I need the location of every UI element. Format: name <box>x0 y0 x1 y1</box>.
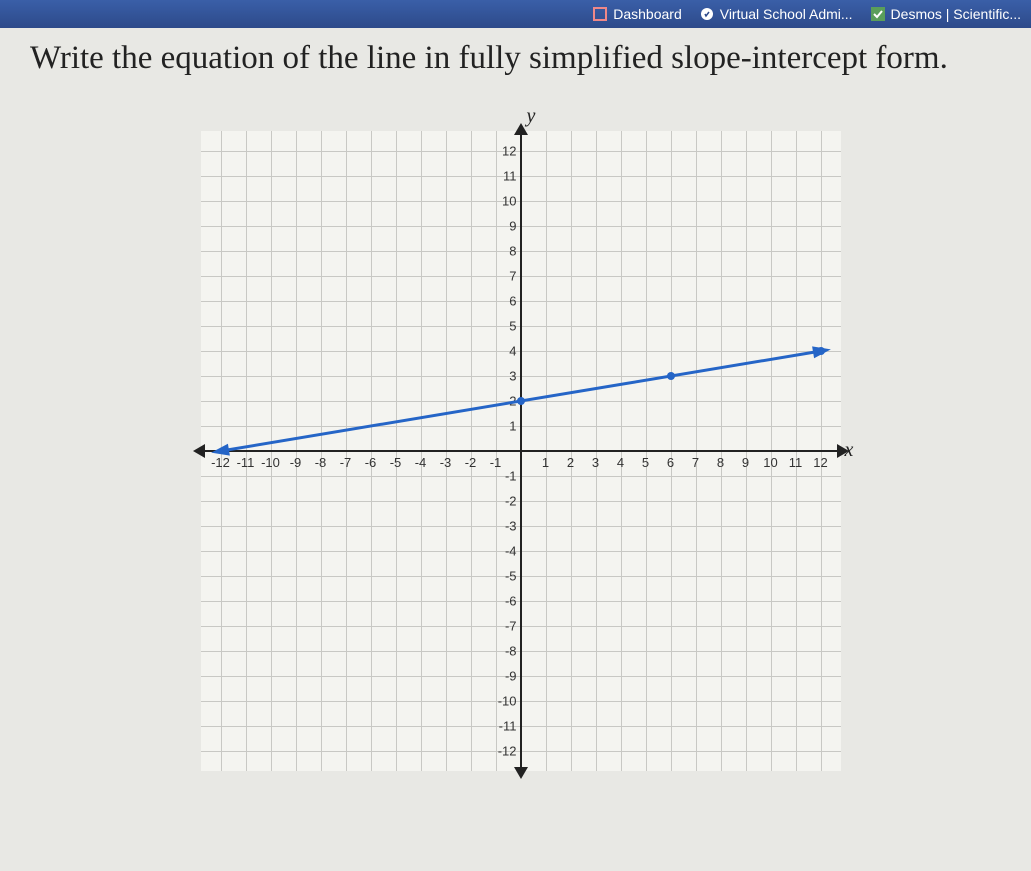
plot-svg <box>201 131 841 771</box>
plot-point <box>817 347 825 355</box>
content-area: Write the equation of the line in fully … <box>0 28 1031 791</box>
bookmark-dashboard[interactable]: Dashboard <box>593 6 682 22</box>
x-axis-label: x <box>845 439 854 462</box>
bookmarks-bar: Dashboard Virtual School Admi... Desmos … <box>0 0 1031 28</box>
bookmark-desmos[interactable]: Desmos | Scientific... <box>871 6 1021 22</box>
plot-point <box>667 372 675 380</box>
desmos-icon <box>871 7 885 21</box>
bookmark-label: Desmos | Scientific... <box>891 6 1021 22</box>
plot-point <box>517 397 525 405</box>
virtual-school-icon <box>700 7 714 21</box>
bookmark-virtual-school[interactable]: Virtual School Admi... <box>700 6 853 22</box>
question-text: Write the equation of the line in fully … <box>30 36 1011 81</box>
coordinate-graph[interactable]: yx-12-11-10-9-8-7-6-5-4-3-2-112345678910… <box>201 131 841 771</box>
bookmark-label: Virtual School Admi... <box>720 6 853 22</box>
graph-container: yx-12-11-10-9-8-7-6-5-4-3-2-112345678910… <box>30 121 1011 771</box>
bookmark-label: Dashboard <box>613 6 682 22</box>
y-axis-label: y <box>527 105 536 128</box>
dashboard-icon <box>593 7 607 21</box>
